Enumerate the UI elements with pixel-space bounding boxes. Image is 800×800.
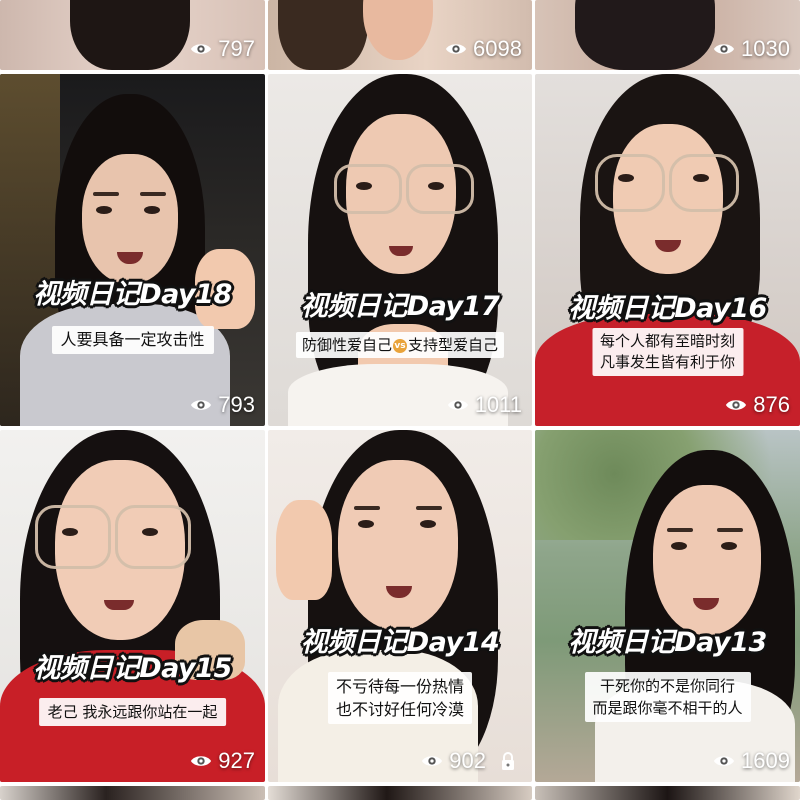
caption-line: 干死你的不是你同行 bbox=[599, 677, 736, 695]
vs-badge: vs bbox=[393, 338, 407, 353]
video-caption: 每个人都有至暗时刻 凡事发生皆有利于你 bbox=[591, 328, 744, 376]
video-title: 视频日记Day13 bbox=[568, 627, 767, 658]
video-title: 视频日记Day15 bbox=[33, 653, 232, 684]
lock-icon bbox=[502, 752, 514, 770]
eye-icon bbox=[422, 756, 443, 766]
video-caption: 老己 我永远跟你站在一起 bbox=[38, 698, 227, 726]
video-tile[interactable]: 视频日记Day13 干死你的不是你同行 而是跟你毫不相干的人 1609 bbox=[535, 430, 800, 782]
eye-icon bbox=[191, 400, 212, 410]
caption-line: 不亏待每一份热情 bbox=[335, 677, 465, 696]
caption-part: 防御性爱自己 bbox=[301, 336, 392, 354]
eye-icon bbox=[713, 44, 735, 54]
caption-line: 凡事发生皆有利于你 bbox=[599, 353, 736, 371]
view-count: 1609 bbox=[713, 748, 790, 774]
video-tile[interactable] bbox=[0, 786, 265, 800]
video-caption: 干死你的不是你同行 而是跟你毫不相干的人 bbox=[584, 672, 751, 722]
view-count: 793 bbox=[190, 392, 255, 418]
video-title: 视频日记Day14 bbox=[300, 627, 500, 658]
caption-line: 也不讨好任何冷漠 bbox=[335, 700, 465, 719]
video-tile[interactable]: 视频日记Day18 人要具备一定攻击性 793 bbox=[0, 74, 265, 426]
view-count: 876 bbox=[725, 392, 790, 418]
video-tile[interactable]: 6098 bbox=[268, 0, 532, 70]
caption-part: 支持型爱自己 bbox=[408, 336, 499, 354]
video-tile[interactable]: 视频日记Day15 老己 我永远跟你站在一起 927 bbox=[0, 430, 265, 782]
view-count: 1011 bbox=[447, 392, 522, 418]
video-tile[interactable]: 视频日记Day16 每个人都有至暗时刻 凡事发生皆有利于你 876 bbox=[535, 74, 800, 426]
video-caption: 不亏待每一份热情 也不讨好任何冷漠 bbox=[327, 672, 473, 724]
view-count: 902 bbox=[421, 748, 486, 774]
video-title: 视频日记Day18 bbox=[33, 279, 232, 310]
eye-icon bbox=[447, 400, 468, 410]
view-count: 1030 bbox=[713, 36, 790, 62]
view-count: 6098 bbox=[445, 36, 522, 62]
video-grid: 797 6098 1030 视频日记Day18 人要具备一定攻击性 793 视频… bbox=[0, 0, 800, 800]
video-tile[interactable]: 视频日记Day14 不亏待每一份热情 也不讨好任何冷漠 902 bbox=[268, 430, 532, 782]
eye-icon bbox=[191, 44, 212, 54]
view-count: 927 bbox=[190, 748, 255, 774]
view-count-text: 927 bbox=[218, 748, 255, 773]
eye-icon bbox=[726, 400, 747, 410]
video-tile[interactable]: 797 bbox=[0, 0, 265, 70]
video-tile[interactable] bbox=[268, 786, 532, 800]
eye-icon bbox=[445, 44, 467, 54]
view-count-text: 1609 bbox=[741, 748, 790, 773]
view-count-text: 902 bbox=[449, 748, 486, 773]
view-count-text: 876 bbox=[753, 392, 790, 417]
caption-line: 老己 我永远跟你站在一起 bbox=[47, 703, 218, 721]
view-count-text: 797 bbox=[218, 36, 255, 61]
video-caption: 人要具备一定攻击性 bbox=[51, 326, 214, 354]
eye-icon bbox=[191, 756, 212, 766]
video-title: 视频日记Day17 bbox=[300, 291, 500, 322]
video-title: 视频日记Day16 bbox=[568, 293, 767, 324]
video-tile[interactable] bbox=[535, 786, 800, 800]
video-tile[interactable]: 视频日记Day17 防御性爱自己 vs 支持型爱自己 1011 bbox=[268, 74, 532, 426]
view-count-text: 1011 bbox=[474, 392, 522, 417]
caption-line: 每个人都有至暗时刻 bbox=[599, 332, 736, 350]
view-count: 797 bbox=[190, 36, 255, 62]
view-count-text: 1030 bbox=[741, 36, 790, 61]
video-tile[interactable]: 1030 bbox=[535, 0, 800, 70]
eye-icon bbox=[713, 756, 735, 766]
caption-line: 而是跟你毫不相干的人 bbox=[592, 699, 743, 717]
view-count-text: 793 bbox=[218, 392, 255, 417]
view-count-text: 6098 bbox=[473, 36, 522, 61]
video-caption: 防御性爱自己 vs 支持型爱自己 bbox=[295, 332, 505, 358]
caption-line: 人要具备一定攻击性 bbox=[60, 330, 205, 349]
